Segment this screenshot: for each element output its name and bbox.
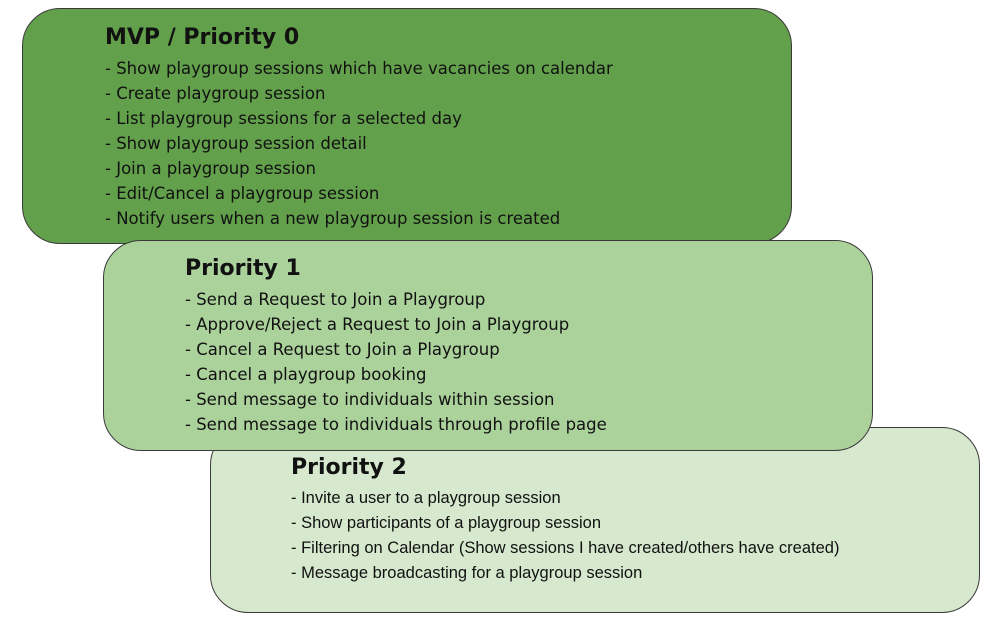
feature-item: - Show participants of a playgroup sessi…	[291, 514, 602, 532]
feature-item: - Filtering on Calendar (Show sessions I…	[291, 539, 840, 557]
feature-item: - Create playgroup session	[105, 84, 326, 103]
feature-item: - Approve/Reject a Request to Join a Pla…	[185, 315, 570, 334]
feature-list: - Show playgroup sessions which have vac…	[105, 56, 613, 231]
feature-item: - Send message to individuals within ses…	[185, 390, 555, 409]
priority-2-box: Priority 2 - Invite a user to a playgrou…	[210, 427, 980, 613]
feature-list: - Send a Request to Join a Playgroup - Ap…	[185, 287, 607, 437]
feature-list: - Invite a user to a playgroup session - …	[291, 486, 839, 586]
feature-item: - Show playgroup sessions which have vac…	[105, 59, 613, 78]
box-title: MVP / Priority 0	[105, 25, 300, 50]
priority-0-box: MVP / Priority 0 - Show playgroup sessio…	[22, 8, 792, 244]
priority-1-box: Priority 1 - Send a Request to Join a Pl…	[103, 240, 873, 451]
feature-item: - Notify users when a new playgroup sess…	[105, 209, 561, 228]
feature-item: - Invite a user to a playgroup session	[291, 489, 561, 507]
feature-item: - Cancel a Request to Join a Playgroup	[185, 340, 500, 359]
feature-item: - Message broadcasting for a playgroup s…	[291, 564, 643, 582]
box-title: Priority 1	[185, 256, 301, 281]
feature-item: - Cancel a playgroup booking	[185, 365, 427, 384]
feature-item: - Send message to individuals through pr…	[185, 415, 607, 434]
feature-item: - List playgroup sessions for a selected…	[105, 109, 462, 128]
box-title: Priority 2	[291, 455, 407, 480]
feature-item: - Send a Request to Join a Playgroup	[185, 290, 486, 309]
feature-item: - Edit/Cancel a playgroup session	[105, 184, 380, 203]
feature-item: - Show playgroup session detail	[105, 134, 367, 153]
feature-item: - Join a playgroup session	[105, 159, 316, 178]
